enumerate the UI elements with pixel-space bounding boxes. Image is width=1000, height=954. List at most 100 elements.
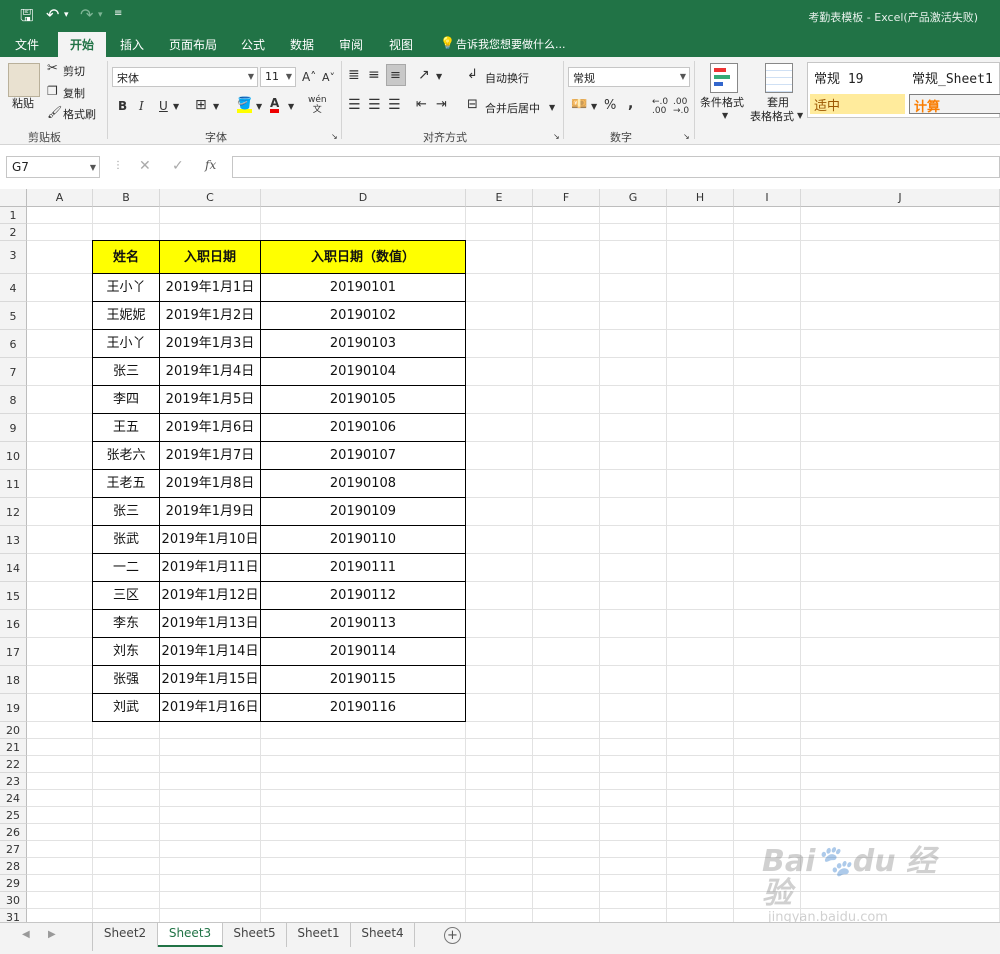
name-cell[interactable]: 张三 [93,498,160,526]
align-center-icon[interactable]: ☰ [368,97,381,113]
decrease-indent-icon[interactable]: ⇤ [416,97,427,113]
chevron-down-icon[interactable]: ▼ [797,108,803,124]
row-header-25[interactable]: 25 [0,807,27,824]
name-cell[interactable]: 张武 [93,526,160,554]
sheet-tab-sheet3[interactable]: Sheet3 [158,923,223,947]
hire-date-number-cell[interactable]: 20190109 [261,498,466,526]
increase-indent-icon[interactable]: ⇥ [436,97,447,113]
row-header-29[interactable]: 29 [0,875,27,892]
row-header-23[interactable]: 23 [0,773,27,790]
hire-date-cell[interactable]: 2019年1月3日 [160,330,261,358]
hire-date-cell[interactable]: 2019年1月6日 [160,414,261,442]
save-icon[interactable]: 🖫 [20,5,34,32]
wrap-text-icon[interactable]: ↲ [467,67,478,83]
hire-date-number-cell[interactable]: 20190110 [261,526,466,554]
dialog-launcher-icon[interactable]: ↘ [331,129,338,145]
cut-button[interactable]: 剪切 [63,63,85,79]
tab-page-layout[interactable]: 页面布局 [169,36,217,53]
hire-date-number-cell[interactable]: 20190106 [261,414,466,442]
name-cell[interactable]: 王小丫 [93,274,160,302]
name-cell[interactable]: 张老六 [93,442,160,470]
copy-icon[interactable]: ❐ [47,83,58,99]
hire-date-number-cell[interactable]: 20190101 [261,274,466,302]
hire-date-number-cell[interactable]: 20190103 [261,330,466,358]
hire-date-number-cell[interactable]: 20190111 [261,554,466,582]
column-header-i[interactable]: I [734,189,801,207]
row-header-20[interactable]: 20 [0,722,27,739]
row-header-8[interactable]: 8 [0,386,27,414]
decrease-decimal-icon[interactable]: .00 →.0 [673,98,689,116]
chevron-down-icon[interactable]: ▼ [256,99,262,115]
hire-date-cell[interactable]: 2019年1月16日 [160,694,261,722]
row-header-9[interactable]: 9 [0,414,27,442]
row-header-3[interactable]: 3 [0,241,27,274]
chevron-down-icon[interactable]: ▼ [591,99,597,115]
bold-button[interactable]: B [118,98,127,114]
hire-date-cell[interactable]: 2019年1月8日 [160,470,261,498]
row-header-30[interactable]: 30 [0,892,27,909]
align-left-icon[interactable]: ☰ [348,97,361,113]
sheet-tab-sheet5[interactable]: Sheet5 [223,923,287,947]
format-painter-icon[interactable]: 🖌 [47,104,62,120]
phonetic-icon[interactable]: wén 文 [308,95,327,115]
hire-date-cell[interactable]: 2019年1月14日 [160,638,261,666]
hire-date-number-cell[interactable]: 20190105 [261,386,466,414]
next-sheet-icon[interactable]: ▶ [48,929,56,940]
column-header-b[interactable]: B [93,189,160,207]
table-format-button[interactable]: 表格格式 [750,108,794,124]
column-header-h[interactable]: H [667,189,734,207]
style-normal-sheet1[interactable]: 常规_Sheet1 [912,68,993,87]
row-header-2[interactable]: 2 [0,224,27,241]
customize-toolbar-icon[interactable]: ≡ [114,8,122,19]
align-top-icon[interactable]: ≣ [348,67,360,83]
hire-date-cell[interactable]: 2019年1月1日 [160,274,261,302]
paste-button[interactable]: 粘贴 [12,95,34,111]
format-painter-button[interactable]: 格式刷 [63,106,96,122]
name-cell[interactable]: 刘武 [93,694,160,722]
name-cell[interactable]: 李东 [93,610,160,638]
row-header-31[interactable]: 31 [0,909,27,922]
percent-button[interactable]: % [604,98,616,114]
tab-review[interactable]: 审阅 [339,36,363,53]
cancel-icon[interactable]: ✕ [139,158,151,174]
name-cell[interactable]: 张强 [93,666,160,694]
chevron-down-icon[interactable]: ▼ [173,99,179,115]
row-header-21[interactable]: 21 [0,739,27,756]
column-header-a[interactable]: A [27,189,93,207]
row-header-28[interactable]: 28 [0,858,27,875]
select-all-button[interactable] [0,189,27,207]
hire-date-cell[interactable]: 2019年1月15日 [160,666,261,694]
hire-date-cell[interactable]: 2019年1月13日 [160,610,261,638]
tab-file[interactable]: 文件 [15,36,39,53]
row-header-14[interactable]: 14 [0,554,27,582]
column-header-f[interactable]: F [533,189,600,207]
tab-view[interactable]: 视图 [389,36,413,53]
sheet-tab-sheet2[interactable]: Sheet2 [93,923,158,947]
row-header-17[interactable]: 17 [0,638,27,666]
insert-function-icon[interactable]: fx [205,158,216,172]
table-header-cell[interactable]: 入职日期 [160,241,261,274]
add-sheet-icon[interactable]: + [444,927,461,944]
row-header-1[interactable]: 1 [0,207,27,224]
row-header-4[interactable]: 4 [0,274,27,302]
enter-icon[interactable]: ✓ [172,158,184,174]
tab-data[interactable]: 数据 [290,36,314,53]
hire-date-number-cell[interactable]: 20190116 [261,694,466,722]
font-size-dropdown[interactable]: 11 ▼ [260,67,296,87]
font-name-dropdown[interactable]: 宋体 ▼ [112,67,258,87]
column-header-d[interactable]: D [261,189,466,207]
hire-date-number-cell[interactable]: 20190112 [261,582,466,610]
row-header-19[interactable]: 19 [0,694,27,722]
redo-dropdown-icon[interactable]: ▾ [98,10,103,20]
name-cell[interactable]: 刘东 [93,638,160,666]
tab-formulas[interactable]: 公式 [241,36,265,53]
merge-center-button[interactable]: 合并后居中 [485,100,540,116]
fill-color-icon[interactable]: 🪣 [237,95,252,113]
row-header-16[interactable]: 16 [0,610,27,638]
tell-me-search[interactable]: 告诉我您想要做什么... [456,36,566,52]
table-format-icon[interactable] [765,63,793,93]
name-cell[interactable]: 王老五 [93,470,160,498]
chevron-down-icon[interactable]: ▼ [213,99,219,115]
style-normal-19[interactable]: 常规 19 [814,68,863,87]
hire-date-cell[interactable]: 2019年1月2日 [160,302,261,330]
